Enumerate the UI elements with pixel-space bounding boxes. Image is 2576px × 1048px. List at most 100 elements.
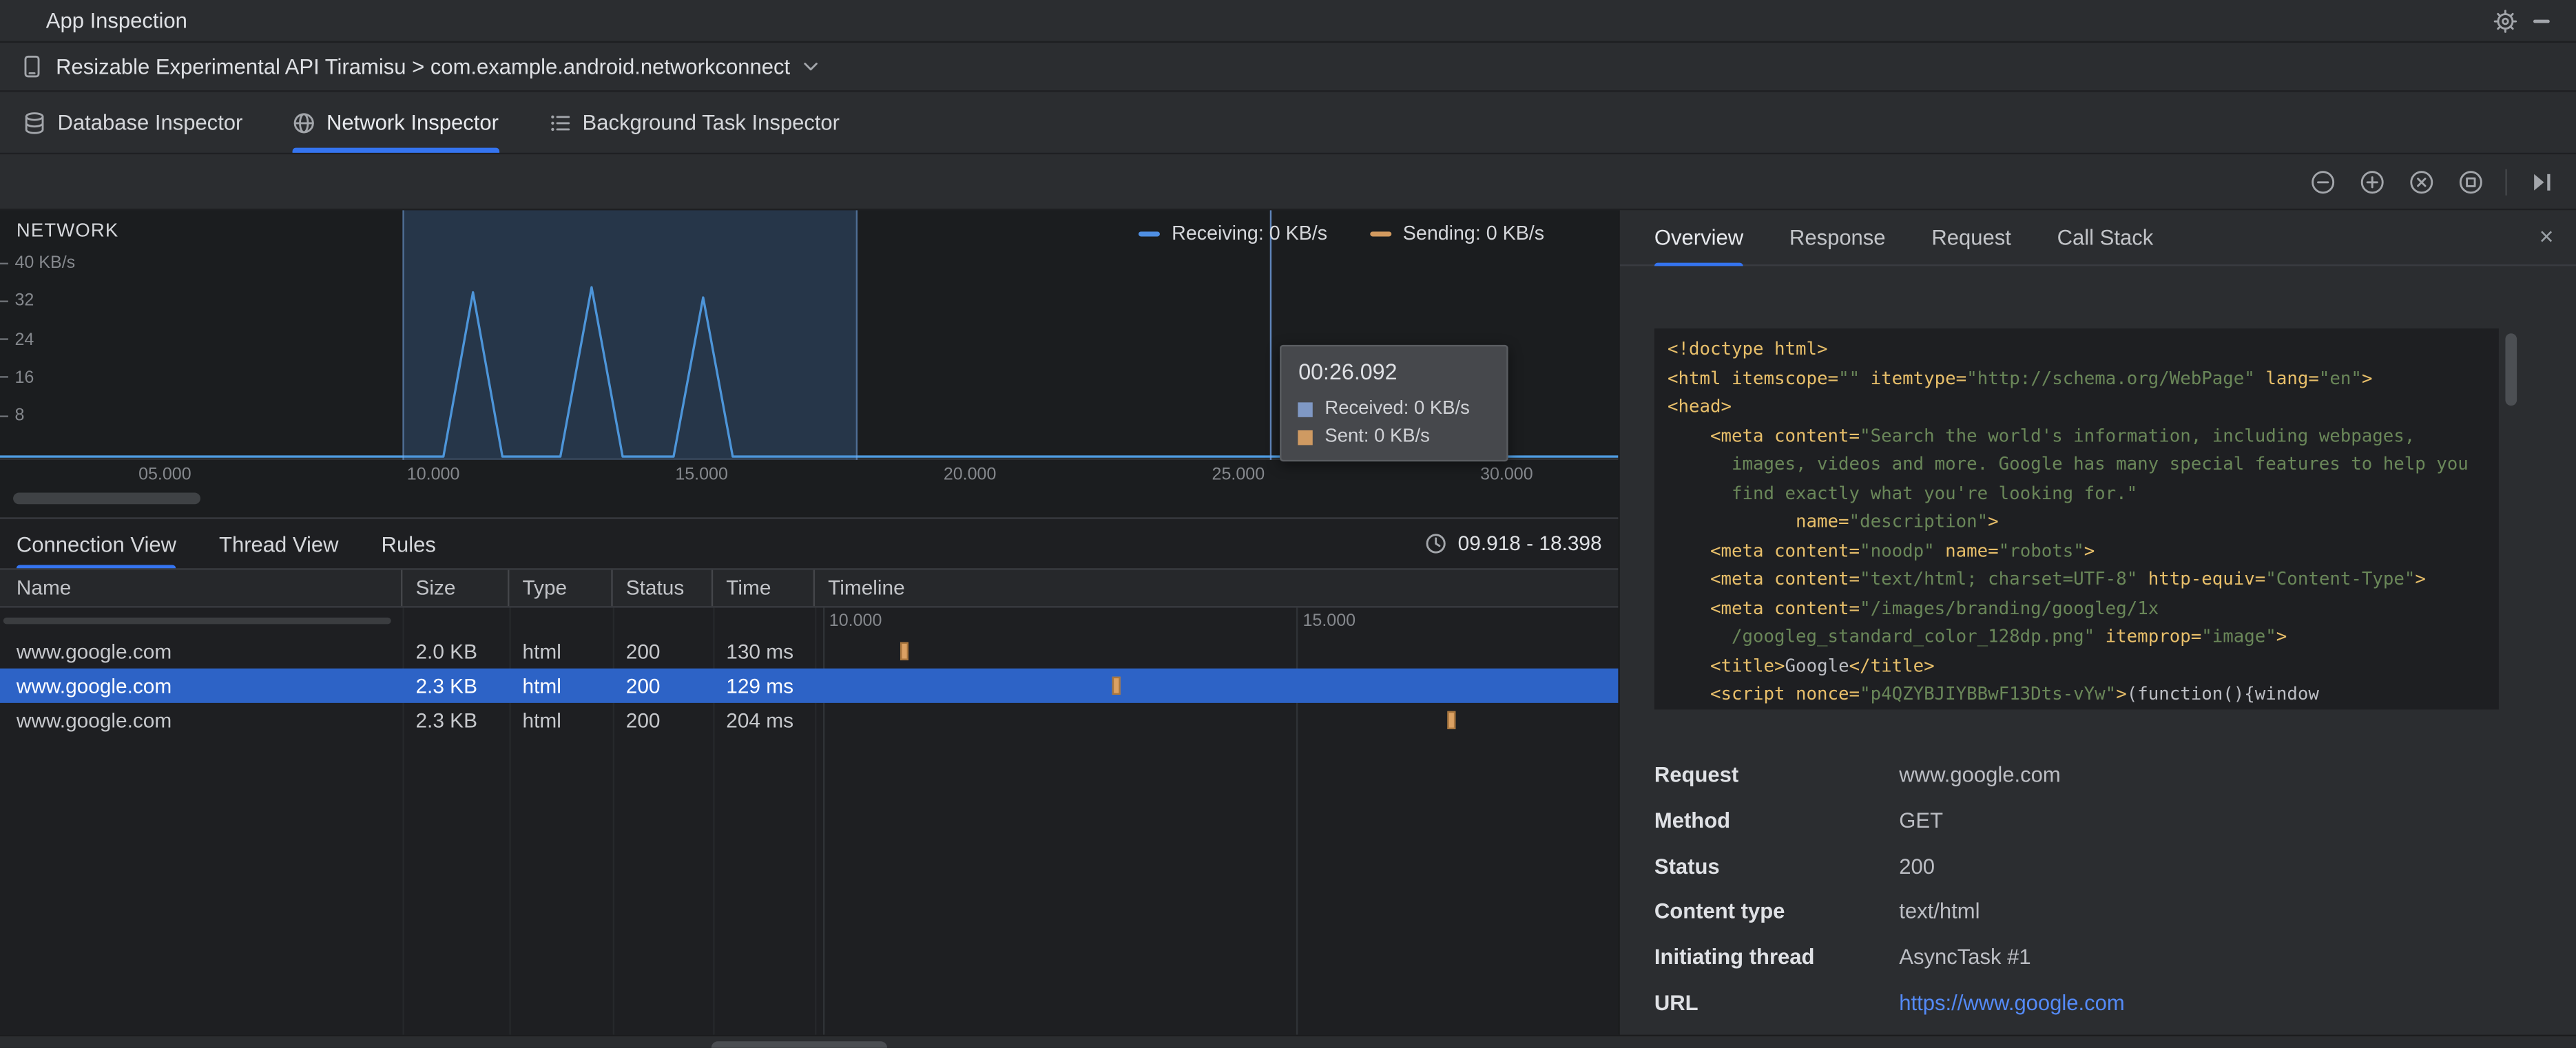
tab-label: Overview [1654, 224, 1744, 250]
chart-legend: Receiving: 0 KB/s Sending: 0 KB/s [1139, 222, 1544, 244]
zoom-in-button[interactable] [2354, 163, 2390, 199]
chart-x-axis: 05.000 10.000 15.000 20.000 25.000 30.000 [0, 465, 1618, 488]
field-value: www.google.com [1899, 762, 2061, 788]
table-row[interactable]: www.google.com 2.3 KB html 200 129 ms [0, 668, 1619, 703]
toolwindow-run[interactable]: Run [210, 1040, 292, 1048]
zoom-out-button[interactable] [2305, 163, 2340, 199]
process-selector[interactable]: Resizable Experimental API Tiramisu > co… [0, 43, 2576, 92]
request-timeline-marker [900, 642, 909, 660]
table-header: Name Size Type Status Time Timeline [0, 568, 1619, 608]
field-value: GET [1899, 808, 1944, 833]
column-header-name[interactable]: Name [0, 569, 403, 607]
code-scrollbar-thumb[interactable] [2505, 333, 2517, 406]
reset-zoom-button[interactable] [2404, 163, 2440, 199]
process-label: Resizable Experimental API Tiramisu > co… [56, 54, 791, 79]
close-panel-button[interactable]: × [2532, 222, 2562, 251]
column-header-size[interactable]: Size [402, 569, 510, 607]
connection-panel: Connection View Thread View Rules 09.918… [0, 518, 1619, 1048]
name-column-scrollbar[interactable] [3, 617, 391, 625]
tab-label: Request [1931, 224, 2011, 250]
tab-network-inspector[interactable]: Network Inspector [291, 92, 499, 153]
clock-icon [1425, 532, 1448, 555]
toolwindow-bar: Version Control Run TODO Problems Terminal Ap… [0, 1034, 2576, 1048]
field-label: URL [1654, 989, 1699, 1015]
tab-request[interactable]: Request [1931, 210, 2011, 264]
tooltip-received: Received: 0 KB/s [1298, 399, 1490, 419]
toolwindow-problems[interactable]: Problems [428, 1040, 557, 1048]
settings-button[interactable] [2487, 4, 2523, 37]
response-preview-code[interactable]: <!doctype html> <html itemscope="" itemty… [1654, 328, 2499, 710]
go-live-button[interactable] [2524, 163, 2559, 199]
details-panel: Overview Response Request Call Stack × <… [1618, 210, 2576, 1048]
chart-selection-region[interactable] [402, 210, 858, 460]
code-line: <!doctype html> [1667, 338, 1828, 360]
table-cell: www.google.com [16, 640, 172, 663]
toolwindow-label: Build [1435, 1045, 1479, 1048]
column-header-timeline[interactable]: Timeline [815, 570, 1618, 606]
tooltip-time: 00:26.092 [1298, 359, 1398, 385]
code-scrollbar[interactable] [2505, 330, 2517, 708]
minimize-icon [2533, 19, 2550, 23]
titlebar: App Inspection [0, 0, 2576, 43]
tab-connection-view[interactable]: Connection View [16, 519, 177, 569]
x-tick: 10.000 [406, 465, 460, 485]
toolwindow-app-inspection[interactable]: App Inspection [710, 1040, 887, 1048]
table-cell: 200 [625, 674, 661, 698]
tab-label: Response [1789, 224, 1886, 250]
table-cell: 200 [625, 709, 661, 732]
toolwindow-todo[interactable]: TODO [309, 1040, 412, 1048]
tab-background-task-inspector[interactable]: Background Task Inspector [548, 92, 840, 153]
toolwindow-label: Profiler [1541, 1045, 1604, 1048]
url-link[interactable]: https://www.google.com [1899, 990, 2124, 1015]
toolwindow-label: Version Control [48, 1045, 183, 1048]
table-row[interactable]: www.google.com 2.3 KB html 200 204 ms [0, 703, 1618, 737]
ruler-tick: 10.000 [829, 611, 882, 631]
tab-label: Database Inspector [57, 109, 243, 135]
receiving-swatch-icon [1139, 231, 1161, 236]
toolwindow-version-control[interactable]: Version Control [13, 1040, 194, 1048]
minimize-button[interactable] [2524, 4, 2559, 37]
toolwindow-logcat[interactable]: Logcat [904, 1040, 1009, 1048]
task-list-icon [548, 111, 570, 134]
code-line: find exactly what you're looking for." [1667, 482, 2138, 504]
tab-response[interactable]: Response [1789, 210, 1886, 264]
column-header-time[interactable]: Time [713, 569, 816, 607]
network-globe-icon [292, 111, 315, 134]
database-icon [23, 111, 45, 134]
go-live-icon [2529, 170, 2554, 193]
tab-rules[interactable]: Rules [382, 519, 436, 569]
network-chart[interactable]: NETWORK Receiving: 0 KB/s Sending: 0 KB/… [0, 210, 1619, 519]
tab-call-stack[interactable]: Call Stack [2057, 210, 2154, 264]
field-label: Content type [1654, 899, 1785, 924]
tab-database-inspector[interactable]: Database Inspector [23, 92, 242, 153]
device-icon [20, 54, 45, 79]
code-line: <title>Google</title> [1667, 654, 1935, 676]
window-title: App Inspection [45, 8, 187, 33]
sent-swatch-icon [1298, 429, 1313, 445]
selected-time-range: 09.918 - 18.398 [1425, 519, 1602, 569]
column-header-status[interactable]: Status [613, 569, 714, 607]
column-header-type[interactable]: Type [509, 569, 613, 607]
request-fields: Request www.google.com Method GET Status 200 C… [1654, 752, 2576, 1025]
toolwindow-label: Terminal [608, 1045, 683, 1048]
tab-thread-view[interactable]: Thread View [219, 519, 339, 569]
field-row: Request www.google.com [1654, 752, 2576, 797]
toolwindow-services[interactable]: Services [1263, 1040, 1385, 1048]
tab-label: Rules [381, 531, 436, 556]
zoom-to-selection-button[interactable] [2453, 163, 2489, 199]
toolwindow-build[interactable]: Build [1401, 1040, 1490, 1048]
field-label: Initiating thread [1654, 944, 1815, 970]
chart-scrollbar[interactable] [13, 492, 200, 505]
code-line: <head> [1667, 395, 1732, 417]
toolwindow-app-quality-insights[interactable]: App Quality Insights [1025, 1040, 1246, 1048]
table-cell: 204 ms [726, 709, 794, 732]
field-row: Initiating thread AsyncTask #1 [1654, 934, 2576, 980]
toolwindow-profiler[interactable]: Profiler [1507, 1040, 1615, 1048]
tab-overview[interactable]: Overview [1654, 210, 1744, 266]
toolwindow-terminal[interactable]: Terminal [574, 1040, 694, 1048]
close-icon: × [2539, 222, 2554, 251]
legend-sending-label: Sending: 0 KB/s [1402, 222, 1545, 245]
table-row[interactable]: www.google.com 2.0 KB html 200 130 ms [0, 634, 1618, 669]
field-label: Method [1654, 808, 1731, 833]
tooltip-received-label: Received: 0 KB/s [1325, 399, 1470, 419]
